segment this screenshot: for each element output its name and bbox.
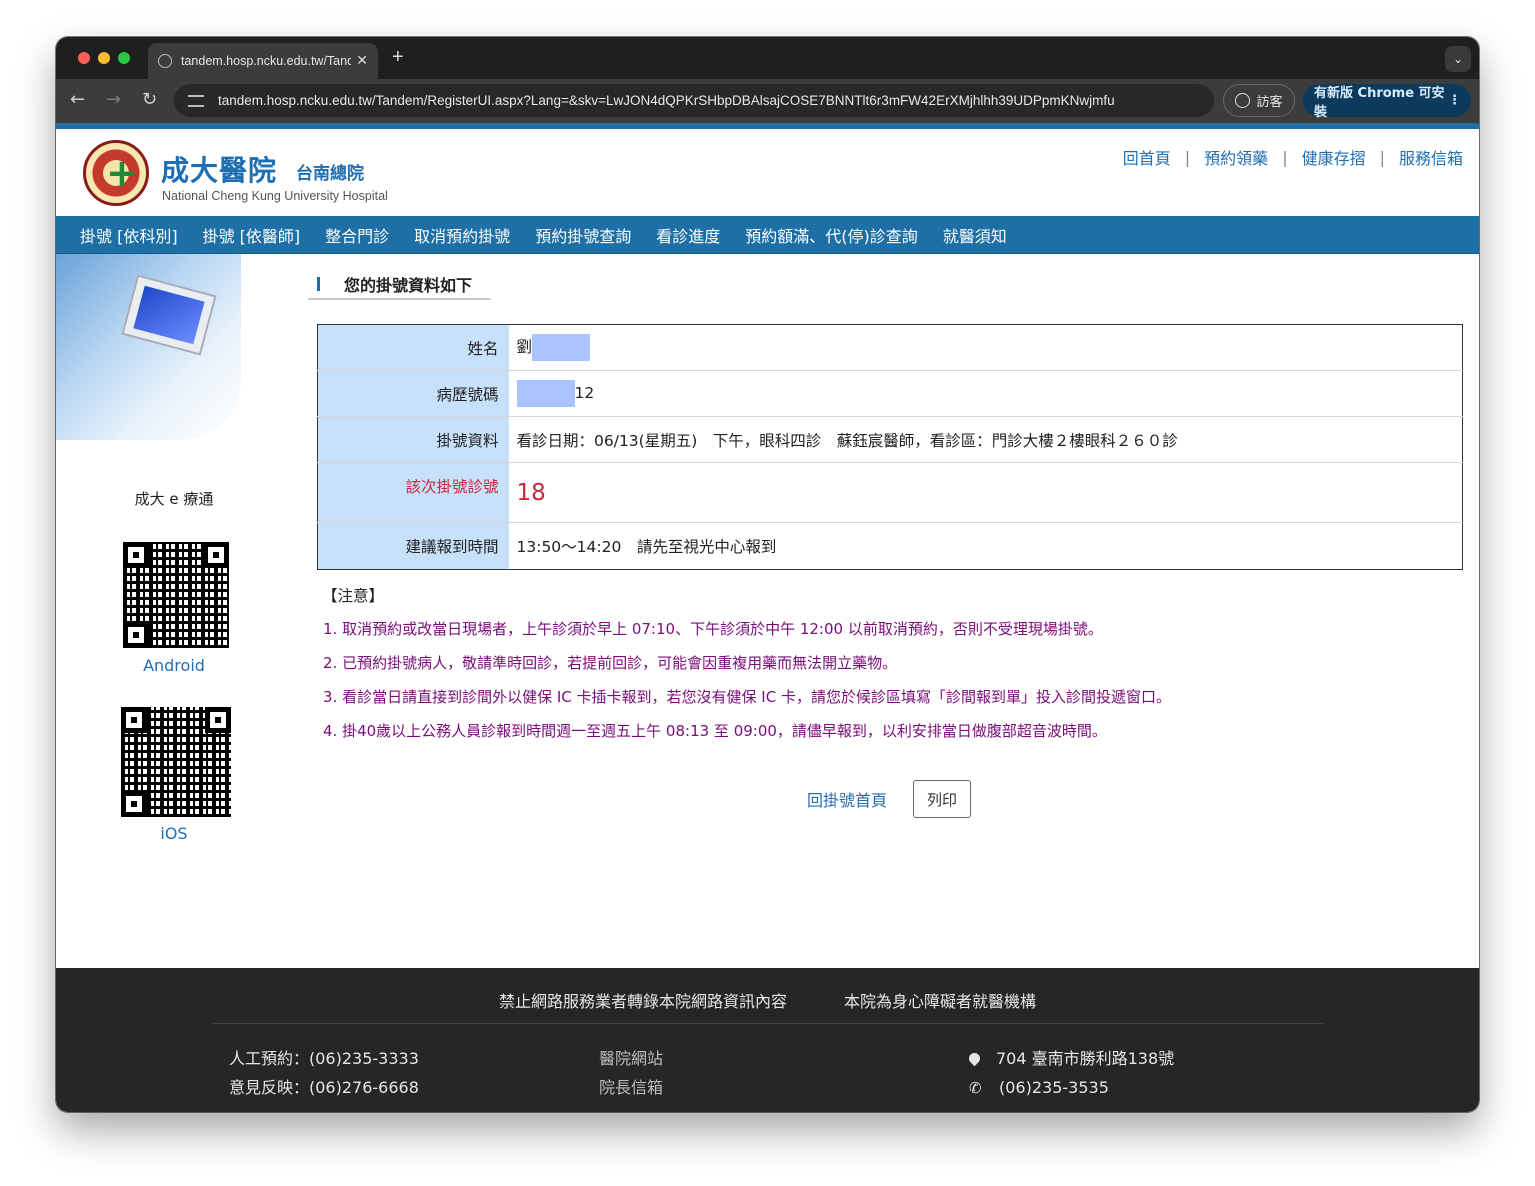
separator: |	[1379, 147, 1385, 167]
android-link[interactable]: Android	[56, 656, 292, 675]
hospital-logo[interactable]	[83, 140, 149, 206]
link-home[interactable]: 回首頁	[1123, 145, 1171, 169]
address-text: 704 臺南市勝利路138號	[996, 1049, 1175, 1068]
name-label: 姓名	[317, 324, 509, 371]
new-tab-button[interactable]: +	[392, 46, 404, 69]
feedback-phone: 意見反映：(06)276-6668	[229, 1078, 419, 1097]
section-title: 您的掛號資料如下	[308, 272, 491, 300]
close-tab-icon[interactable]: ✕	[356, 53, 368, 69]
ios-qr-code[interactable]	[121, 707, 231, 817]
separator: |	[1184, 147, 1191, 167]
back-to-registration-link[interactable]: 回掛號首頁	[807, 787, 887, 811]
url-text[interactable]: tandem.hosp.ncku.edu.tw/Tandem/RegisterU…	[218, 93, 1198, 108]
footer-notice-copyright: 禁止網路服務業者轉錄本院網路資訊內容	[498, 992, 787, 1011]
avatar-icon	[1235, 93, 1251, 108]
registration-info-label: 掛號資料	[317, 416, 509, 463]
close-window-button[interactable]	[78, 52, 90, 64]
computer-illustration	[56, 254, 241, 440]
registration-info-table: 姓名 劉 病歷號碼 12 掛號資料 看診日期：06/13(星期五) 下午，眼科四…	[317, 324, 1463, 570]
footer-links: 醫院網站 院長信箱	[599, 1044, 663, 1102]
clinic-number-label: 該次掛號診號	[317, 462, 509, 523]
browser-toolbar: ← → ↻ tandem.hosp.ncku.edu.tw/Tandem/Reg…	[56, 79, 1479, 123]
phone-icon: ✆	[969, 1079, 982, 1097]
footer-notice-accessibility[interactable]: 本院為身心障礙者就醫機構	[844, 992, 1036, 1011]
android-qr-code[interactable]	[123, 542, 229, 648]
checkin-time-label: 建議報到時間	[317, 522, 509, 570]
reload-icon[interactable]: ↻	[142, 89, 157, 110]
notice-heading: 【注意】	[322, 587, 385, 605]
notice-item: 1. 取消預約或改當日現場者，上午診須於早上 07:10、下午診須於中午 12:…	[323, 620, 1103, 638]
footer-contact: 人工預約：(06)235-3333 意見反映：(06)276-6668	[229, 1044, 419, 1102]
notice-item: 2. 已預約掛號病人，敬請準時回診，若提前回診，可能會因重複用藥而無法開立藥物。	[323, 654, 898, 672]
action-bar: 回掛號首頁 列印	[807, 780, 972, 818]
table-row: 病歷號碼 12	[317, 370, 1463, 417]
table-row: 該次掛號診號 18	[317, 462, 1463, 523]
hospital-website-link[interactable]: 醫院網站	[599, 1044, 663, 1073]
profile-label: 訪客	[1256, 95, 1283, 110]
notice-list: 【注意】 1. 取消預約或改當日現場者，上午診須於早上 07:10、下午診須於中…	[322, 584, 1462, 754]
top-links: 回首頁 | 預約領藥 | 健康存摺 | 服務信箱	[1123, 145, 1463, 169]
table-row: 姓名 劉	[317, 324, 1463, 371]
browser-window: tandem.hosp.ncku.edu.tw/Tandem ✕ + ⌄ ← →…	[56, 37, 1479, 1112]
tab-title: tandem.hosp.ncku.edu.tw/Tandem	[181, 54, 351, 68]
nav-clinic-progress[interactable]: 看診進度	[656, 223, 720, 247]
manual-booking-phone: 人工預約：(06)235-3333	[229, 1049, 419, 1068]
update-label: 有新版 Chrome 可安裝	[1314, 85, 1445, 120]
site-footer: 禁止網路服務業者轉錄本院網路資訊內容 本院為身心障礙者就醫機構 人工預約：(06…	[56, 968, 1479, 1112]
hospital-english-name: National Cheng Kung University Hospital	[162, 189, 388, 203]
separator: |	[1282, 147, 1288, 167]
map-pin-icon	[966, 1050, 983, 1067]
director-mailbox-link[interactable]: 院長信箱	[599, 1073, 663, 1102]
table-row: 建議報到時間 13:50～14:20 請先至視光中心報到	[317, 522, 1463, 570]
profile-button[interactable]: 訪客	[1223, 84, 1295, 117]
hospital-branch: 台南總院	[296, 164, 364, 184]
sidebar: 成大 e 療通 Android iOS	[56, 254, 292, 894]
phone-text: (06)235-3535	[999, 1078, 1109, 1097]
link-health-book[interactable]: 健康存摺	[1302, 145, 1366, 169]
print-button[interactable]: 列印	[913, 780, 972, 818]
notice-item: 4. 掛40歲以上公務人員診報到時間週一至週五上午 08:13 至 09:00，…	[323, 722, 1107, 740]
back-arrow-icon[interactable]: ←	[70, 89, 85, 110]
address-bar[interactable]: tandem.hosp.ncku.edu.tw/Tandem/RegisterU…	[174, 84, 1214, 117]
table-row: 掛號資料 看診日期：06/13(星期五) 下午，眼科四診 蘇鈺宸醫師，看診區：門…	[317, 416, 1463, 463]
notice-item: 3. 看診當日請直接到診間外以健保 IC 卡插卡報到，若您沒有健保 IC 卡，請…	[323, 688, 1171, 706]
app-title: 成大 e 療通	[134, 490, 214, 508]
nav-full-substitute-query[interactable]: 預約額滿、代(停)診查詢	[745, 223, 918, 247]
site-header: 成大醫院 台南總院 National Cheng Kung University…	[56, 129, 1479, 216]
minimize-window-button[interactable]	[98, 52, 110, 64]
hospital-name[interactable]: 成大醫院	[161, 149, 277, 189]
main-nav: 掛號 [依科別] 掛號 [依醫師] 整合門診 取消預約掛號 預約掛號查詢 看診進…	[56, 216, 1479, 254]
name-value: 劉	[509, 325, 1463, 371]
web-page: 成大醫院 台南總院 National Cheng Kung University…	[56, 123, 1479, 1112]
tab-search-chevron-icon[interactable]: ⌄	[1445, 46, 1471, 72]
nav-appointment-query[interactable]: 預約掛號查詢	[535, 223, 631, 247]
link-pharmacy[interactable]: 預約領藥	[1204, 145, 1268, 169]
footer-address: 704 臺南市勝利路138號 ✆ (06)235-3535	[966, 1044, 1175, 1103]
footer-divider	[213, 1023, 1323, 1024]
globe-icon	[158, 54, 172, 68]
forward-arrow-icon[interactable]: →	[106, 89, 121, 110]
more-menu-icon[interactable]: ⋮	[1448, 93, 1461, 108]
record-number-value: 12	[509, 371, 1463, 417]
checkin-time-value: 13:50～14:20 請先至視光中心報到	[516, 538, 777, 556]
zoom-window-button[interactable]	[118, 52, 130, 64]
nav-register-by-dept[interactable]: 掛號 [依科別]	[80, 223, 178, 247]
nav-integrated-clinic[interactable]: 整合門診	[325, 223, 389, 247]
redaction-box	[516, 380, 575, 407]
redaction-box	[532, 334, 591, 361]
monitor-icon	[121, 274, 217, 356]
nav-medical-notice[interactable]: 就醫須知	[943, 223, 1007, 247]
title-bar-marker	[317, 277, 320, 291]
site-settings-icon[interactable]	[188, 94, 204, 107]
registration-info-value: 看診日期：06/13(星期五) 下午，眼科四診 蘇鈺宸醫師，看診區：門診大樓２樓…	[516, 431, 1178, 450]
record-number-label: 病歷號碼	[317, 370, 509, 417]
nav-register-by-doctor[interactable]: 掛號 [依醫師]	[203, 223, 301, 247]
nav-cancel-appointment[interactable]: 取消預約掛號	[414, 223, 510, 247]
clinic-number-value: 18	[516, 479, 546, 506]
update-chrome-button[interactable]: 有新版 Chrome 可安裝 ⋮	[1303, 84, 1471, 120]
ios-link[interactable]: iOS	[56, 824, 292, 843]
link-service-mail[interactable]: 服務信箱	[1399, 145, 1463, 169]
tab-bar: tandem.hosp.ncku.edu.tw/Tandem ✕ + ⌄	[56, 37, 1479, 79]
browser-tab[interactable]: tandem.hosp.ncku.edu.tw/Tandem ✕	[148, 43, 378, 79]
